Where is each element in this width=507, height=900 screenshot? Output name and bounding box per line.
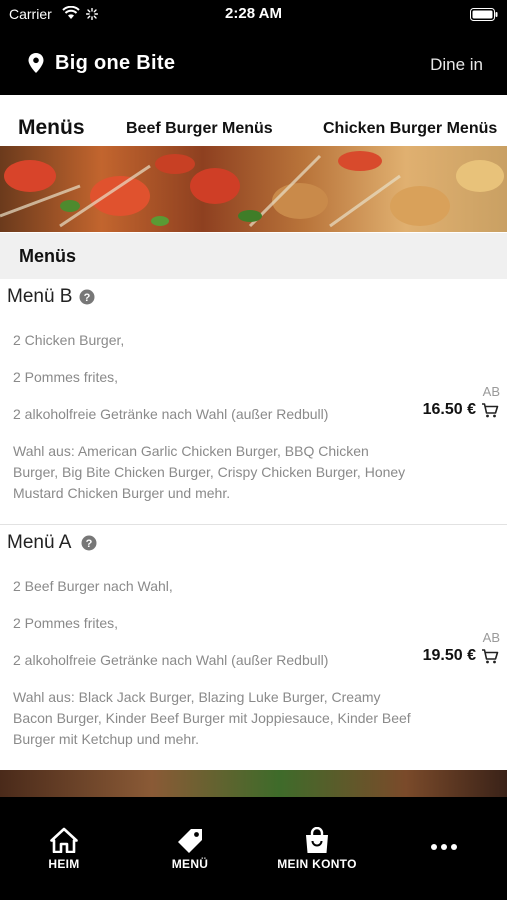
nav-item-menu[interactable]: MENÜ xyxy=(150,797,230,900)
add-to-cart-icon[interactable] xyxy=(481,648,499,664)
status-time: 2:28 AM xyxy=(225,5,282,22)
nav-label-menu: MENÜ xyxy=(171,857,209,871)
restaurant-name[interactable]: Big one Bite xyxy=(55,52,175,75)
item-name: Menü A xyxy=(7,532,72,553)
info-icon[interactable]: ? xyxy=(79,289,95,305)
bottom-nav-bar: HEIM MENÜ MEIN KONTO xyxy=(0,797,507,900)
price-prefix: AB xyxy=(482,630,500,645)
status-bar: Carrier 2:28 AM xyxy=(0,0,507,30)
tag-icon xyxy=(178,829,202,853)
item-name: Menü B xyxy=(7,286,73,307)
tab-beef-burger-menus[interactable]: Beef Burger Menüs xyxy=(126,97,273,145)
more-icon xyxy=(431,844,457,850)
description-line: 2 Beef Burger nach Wahl, xyxy=(13,578,173,594)
home-icon xyxy=(50,827,78,853)
item-description: 2 Chicken Burger, 2 Pommes frites, 2 alk… xyxy=(13,330,413,520)
location-pin-icon[interactable] xyxy=(27,52,45,74)
nav-label-home: HEIM xyxy=(48,857,80,871)
tab-menus[interactable]: Menüs xyxy=(18,97,85,145)
description-choices: Wahl aus: Black Jack Burger, Blazing Luk… xyxy=(13,689,411,747)
section-header: Menüs xyxy=(0,233,507,279)
svg-text:?: ? xyxy=(84,292,91,304)
nav-item-my-account[interactable]: MEIN KONTO xyxy=(266,797,368,900)
dine-mode-button[interactable]: Dine in xyxy=(430,55,483,75)
description-line: 2 alkoholfreie Getränke nach Wahl (außer… xyxy=(13,406,329,422)
app-header: Big one Bite Dine in xyxy=(0,30,507,95)
nav-label-my-account: MEIN KONTO xyxy=(277,857,357,871)
description-line: 2 alkoholfreie Getränke nach Wahl (außer… xyxy=(13,652,329,668)
item-description: 2 Beef Burger nach Wahl, 2 Pommes frites… xyxy=(13,576,413,766)
category-tabs: Menüs Beef Burger Menüs Chicken Burger M… xyxy=(0,97,507,145)
food-photo xyxy=(0,151,504,228)
tab-chicken-burger-menus[interactable]: Chicken Burger Menüs xyxy=(323,97,497,145)
description-choices: Wahl aus: American Garlic Chicken Burger… xyxy=(13,443,406,501)
info-icon[interactable]: ? xyxy=(81,535,97,551)
next-category-banner-image xyxy=(0,770,507,798)
shopping-bag-icon xyxy=(306,827,328,853)
price-prefix: AB xyxy=(482,384,500,399)
menu-item[interactable]: Menü A ? 2 Beef Burger nach Wahl, 2 Pomm… xyxy=(0,525,507,770)
item-price: 16.50 € xyxy=(422,401,476,418)
category-banner-image xyxy=(0,146,507,232)
nav-item-home[interactable]: HEIM xyxy=(24,797,104,900)
section-title: Menüs xyxy=(19,246,77,266)
description-line: 2 Chicken Burger, xyxy=(13,332,125,348)
description-line: 2 Pommes frites, xyxy=(13,615,119,631)
item-price: 19.50 € xyxy=(422,647,476,664)
description-line: 2 Pommes frites, xyxy=(13,369,119,385)
nav-item-more[interactable] xyxy=(412,797,476,900)
battery-icon xyxy=(470,8,498,21)
add-to-cart-icon[interactable] xyxy=(481,402,499,418)
svg-text:?: ? xyxy=(86,538,93,550)
menu-item[interactable]: Menü B ? 2 Chicken Burger, 2 Pommes frit… xyxy=(0,279,507,525)
